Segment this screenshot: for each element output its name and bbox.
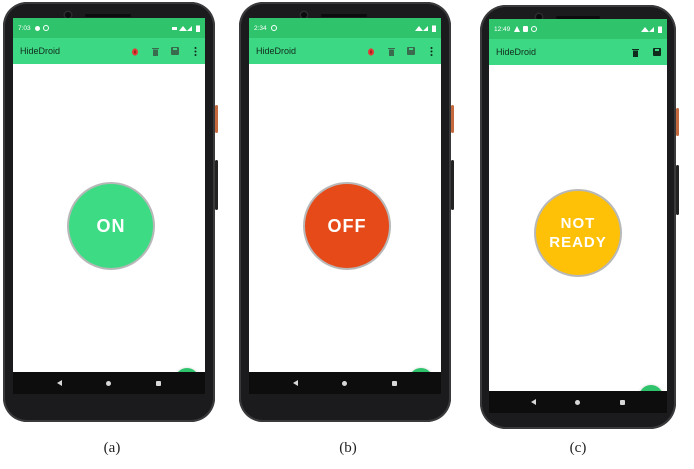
app-title: HideDroid bbox=[256, 46, 297, 56]
sync-icon bbox=[270, 25, 277, 31]
back-icon[interactable] bbox=[57, 380, 63, 386]
home-icon[interactable] bbox=[342, 380, 348, 386]
signal-icons bbox=[641, 26, 654, 32]
status-bar: 7:03 bbox=[13, 18, 205, 38]
recents-icon[interactable] bbox=[620, 399, 626, 405]
recents-icon[interactable] bbox=[155, 380, 161, 386]
power-button bbox=[451, 160, 454, 210]
earpiece bbox=[321, 14, 367, 17]
main-content: ON + bbox=[13, 64, 205, 392]
device-screen: 7:03 HideDroid ON bbox=[13, 18, 205, 394]
status-bar: 2:34 bbox=[249, 18, 441, 38]
protection-toggle-button[interactable]: ON bbox=[67, 182, 155, 270]
delete-icon[interactable] bbox=[387, 46, 395, 56]
app-title: HideDroid bbox=[20, 46, 61, 56]
caption-a: (a) bbox=[103, 440, 121, 456]
volume-button bbox=[215, 105, 218, 133]
battery-icon bbox=[432, 25, 436, 32]
power-button bbox=[676, 165, 679, 215]
earpiece bbox=[85, 14, 131, 17]
caption-b: (b) bbox=[339, 440, 357, 456]
device-screen: 12:49 HideDroid NOT READY bbox=[489, 19, 667, 413]
battery-icon bbox=[658, 26, 662, 33]
device-screen: 2:34 HideDroid OFF bbox=[249, 18, 441, 394]
panel-a: 7:03 HideDroid ON (a) bbox=[0, 0, 215, 469]
warning-icon bbox=[514, 26, 521, 32]
panel-c: 12:49 HideDroid NOT READY (c) bbox=[476, 0, 691, 469]
phone-frame: 12:49 HideDroid NOT READY bbox=[480, 5, 676, 429]
back-icon[interactable] bbox=[293, 380, 299, 386]
caption-c: (c) bbox=[569, 440, 587, 456]
bug-icon[interactable] bbox=[131, 46, 139, 56]
save-icon[interactable] bbox=[171, 46, 179, 56]
back-icon[interactable] bbox=[530, 399, 536, 405]
signal-icons bbox=[172, 25, 192, 31]
phone-frame: 2:34 HideDroid OFF bbox=[239, 2, 451, 422]
protection-toggle-button[interactable]: OFF bbox=[303, 182, 391, 270]
recents-icon[interactable] bbox=[391, 380, 397, 386]
system-nav-bar bbox=[489, 391, 667, 413]
app-toolbar: HideDroid bbox=[489, 39, 667, 65]
home-icon[interactable] bbox=[106, 380, 112, 386]
volume-button bbox=[451, 105, 454, 133]
system-nav-bar bbox=[13, 372, 205, 394]
app-toolbar: HideDroid bbox=[13, 38, 205, 64]
delete-icon[interactable] bbox=[151, 46, 159, 56]
main-content: NOT READY + bbox=[489, 65, 667, 409]
main-content: OFF + bbox=[249, 64, 441, 392]
more-icon[interactable] bbox=[191, 46, 199, 56]
save-icon[interactable] bbox=[653, 47, 661, 57]
phone-frame: 7:03 HideDroid ON bbox=[3, 2, 215, 422]
save-icon[interactable] bbox=[407, 46, 415, 56]
status-time: 7:03 bbox=[18, 24, 31, 32]
more-icon[interactable] bbox=[427, 46, 435, 56]
bug-icon[interactable] bbox=[367, 46, 375, 56]
status-bar: 12:49 bbox=[489, 19, 667, 39]
app-toolbar: HideDroid bbox=[249, 38, 441, 64]
protection-toggle-button[interactable]: NOT READY bbox=[534, 189, 622, 277]
toggle-label-line1: NOT bbox=[560, 215, 596, 232]
power-button bbox=[215, 160, 218, 210]
app-title: HideDroid bbox=[496, 47, 537, 57]
notification-icon bbox=[34, 25, 40, 31]
delete-icon[interactable] bbox=[631, 47, 639, 57]
system-nav-bar bbox=[249, 372, 441, 394]
sim-icon bbox=[523, 26, 529, 32]
sync-icon bbox=[531, 26, 538, 32]
battery-icon bbox=[196, 25, 200, 32]
signal-icons bbox=[415, 25, 428, 31]
status-time: 12:49 bbox=[494, 25, 511, 33]
status-time: 2:34 bbox=[254, 24, 267, 32]
toggle-label-line2: READY bbox=[549, 234, 607, 251]
home-icon[interactable] bbox=[575, 399, 581, 405]
toggle-label: OFF bbox=[327, 215, 367, 236]
panel-b: 2:34 HideDroid OFF (b) bbox=[236, 0, 451, 469]
volume-button bbox=[676, 108, 679, 136]
sync-icon bbox=[42, 25, 49, 31]
toggle-label: ON bbox=[96, 215, 126, 236]
